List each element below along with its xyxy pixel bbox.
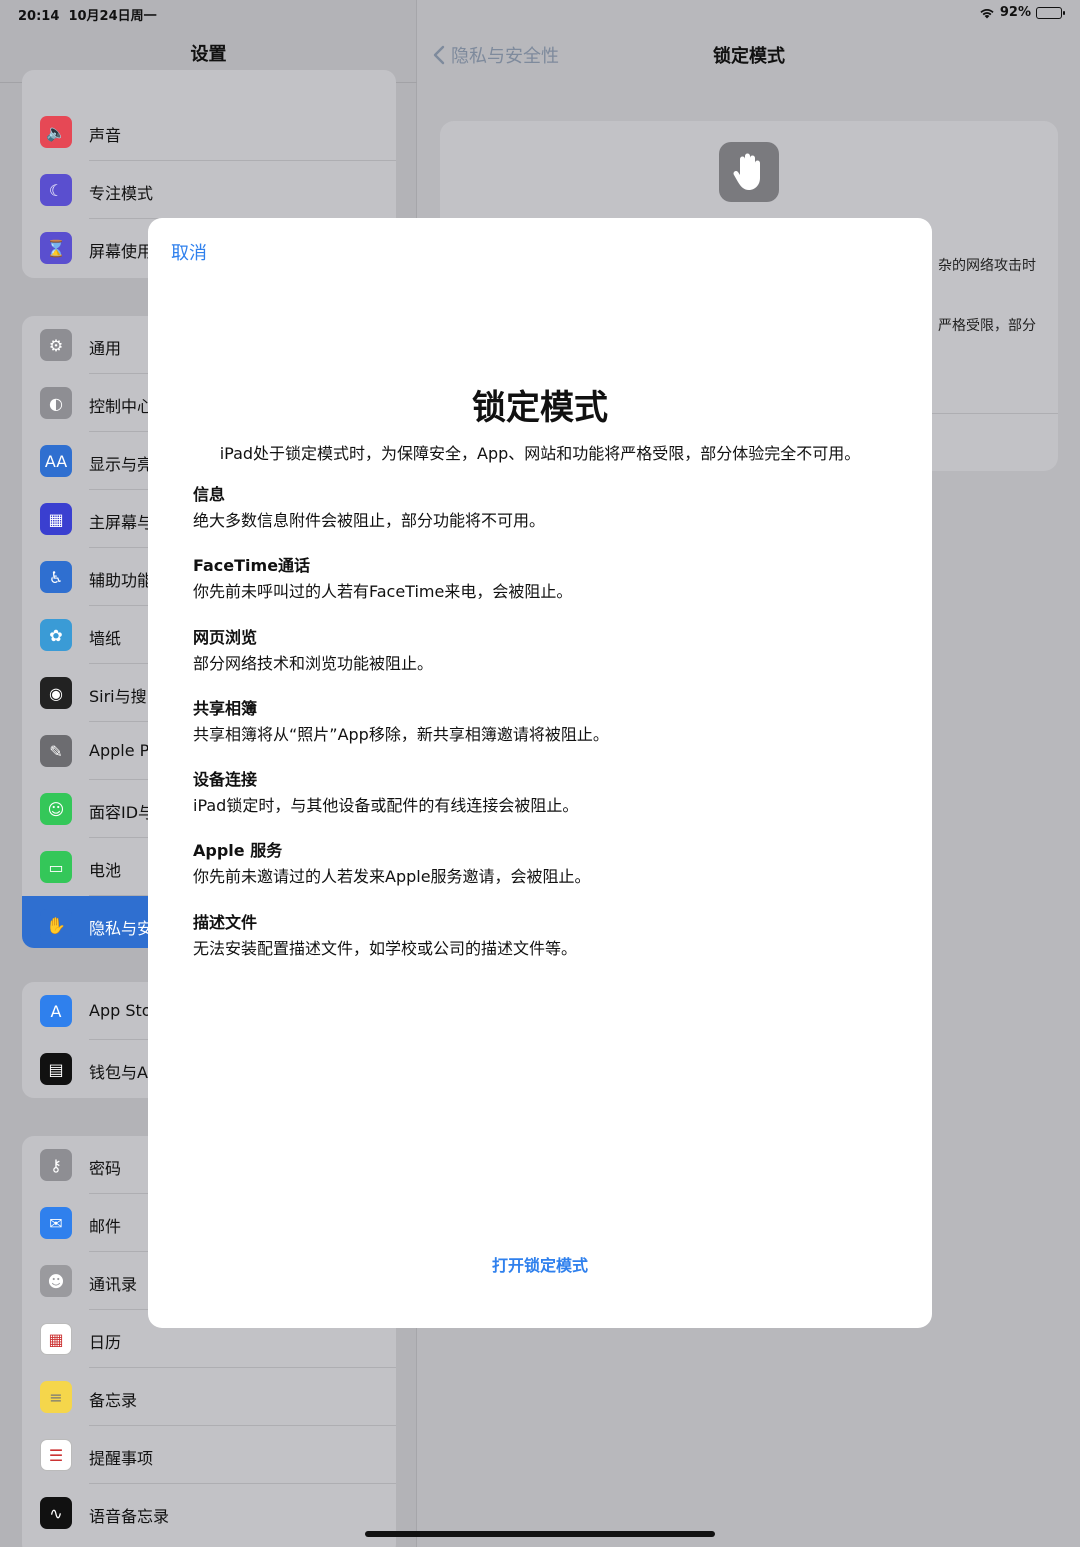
detail-title: 锁定模式 xyxy=(713,46,785,67)
sidebar-item-label: 日历 xyxy=(89,1333,122,1352)
restriction-heading: 设备连接 xyxy=(193,770,258,790)
grid-icon: ▦ xyxy=(40,503,72,535)
battery-percent: 92% xyxy=(999,5,1031,20)
sidebar-item-label: 通讯录 xyxy=(89,1275,138,1294)
sidebar-item-label: 钱包与A xyxy=(89,1063,148,1082)
sidebar-item-label: 隐私与安 xyxy=(89,919,154,938)
sheet-title: 锁定模式 xyxy=(472,388,608,428)
app-store-icon: A xyxy=(40,995,72,1027)
restriction-heading: 信息 xyxy=(193,485,226,504)
restriction-section: 信息绝大多数信息附件会被阻止，部分功能将不可用。 xyxy=(193,482,893,553)
hand-icon xyxy=(719,142,779,202)
battery-icon xyxy=(1036,6,1065,19)
restriction-description: 共享相簿将从“照片”App移除，新共享相簿邀请将被阻止。 xyxy=(193,724,609,744)
battery-icon: ▭ xyxy=(40,851,72,883)
clock-date: 10月24日周一 xyxy=(68,9,157,24)
restriction-section: 网页浏览部分网络技术和浏览功能被阻止。 xyxy=(193,625,893,696)
flower-icon: ✿ xyxy=(40,619,72,651)
hourglass-icon: ⌛ xyxy=(40,232,72,264)
sidebar-item-label: 语音备忘录 xyxy=(89,1507,170,1526)
sidebar-item-label: 提醒事项 xyxy=(89,1449,154,1468)
enable-lockdown-button[interactable]: 打开锁定模式 xyxy=(148,1252,932,1276)
lockdown-mode-sheet: 取消 锁定模式 iPad处于锁定模式时，为保障安全，App、网站和功能将严格受限… xyxy=(148,218,932,1328)
sidebar-item[interactable]: ∿ 语音备忘录 xyxy=(22,1484,396,1542)
siri-icon: ◉ xyxy=(40,677,72,709)
restriction-section: Apple 服务你先前未邀请过的人若发来Apple服务邀请，会被阻止。 xyxy=(193,838,893,909)
home-indicator[interactable] xyxy=(365,1531,715,1537)
restriction-section: 共享相簿共享相簿将从“照片”App移除，新共享相簿邀请将被阻止。 xyxy=(193,696,893,767)
sidebar-item-label: 电池 xyxy=(89,861,122,880)
sidebar-item-label: 备忘录 xyxy=(89,1391,138,1410)
sidebar-item-label: 控制中心 xyxy=(89,397,154,416)
notes-icon: ≡ xyxy=(40,1381,72,1413)
restriction-description: 无法安装配置描述文件，如学校或公司的描述文件等。 xyxy=(193,938,578,958)
wifi-icon xyxy=(980,8,994,18)
restriction-heading: 描述文件 xyxy=(193,912,258,932)
speaker-icon: 🔈 xyxy=(40,116,72,148)
restriction-heading: Apple 服务 xyxy=(193,841,283,861)
face-id-icon: ☺ xyxy=(40,793,72,825)
card-text-fragment: 杂的网络攻击时 xyxy=(938,258,1036,274)
contacts-icon: ☻ xyxy=(40,1265,72,1297)
clock-time: 20:14 xyxy=(18,9,60,24)
sidebar-title: 设置 xyxy=(190,44,227,65)
gear-icon: ⚙ xyxy=(40,329,72,361)
restriction-heading: FaceTime通话 xyxy=(193,556,311,576)
restriction-description: 你先前未邀请过的人若发来Apple服务邀请，会被阻止。 xyxy=(193,867,591,887)
sidebar-item-label: 主屏幕与 xyxy=(89,513,154,532)
sidebar-item-label: 屏幕使用 xyxy=(89,242,154,261)
text-size-icon: AA xyxy=(40,445,72,477)
mail-icon: ✉ xyxy=(40,1207,72,1239)
sidebar-item[interactable]: ☰ 提醒事项 xyxy=(22,1426,396,1484)
cancel-button[interactable]: 取消 xyxy=(171,239,207,265)
sidebar-item-label: 显示与亮 xyxy=(89,455,154,474)
restriction-section: 设备连接 iPad锁定时，与其他设备或配件的有线连接会被阻止。 xyxy=(193,767,893,838)
voice-memo-icon: ∿ xyxy=(40,1497,72,1529)
sheet-intro: iPad处于锁定模式时，为保障安全，App、网站和功能将严格受限，部分体验完全不… xyxy=(219,444,861,463)
sidebar-item-label: 通用 xyxy=(89,339,122,358)
card-text-fragment: 严格受限，部分 xyxy=(938,318,1036,334)
moon-icon: ☾ xyxy=(40,174,72,206)
restriction-description: 部分网络技术和浏览功能被阻止。 xyxy=(193,653,434,673)
ipad-screen: 20:14 10月24日周一 92% 设置 🔈 声音 ☾ 专注模式 ⌛ 屏幕使用 ⚙ 通用 ◐ 控… xyxy=(0,0,1080,1547)
status-time: 20:14 10月24日周一 xyxy=(18,5,157,24)
restriction-description: 绝大多数信息附件会被阻止，部分功能将不可用。 xyxy=(193,511,546,530)
pencil-icon: ✎ xyxy=(40,735,72,767)
sidebar-item-label: Siri与搜 xyxy=(89,687,147,706)
hand-glyph xyxy=(733,153,760,190)
reminders-icon: ☰ xyxy=(40,1439,72,1471)
calendar-icon: ▦ xyxy=(40,1323,72,1355)
sidebar-item[interactable]: 🔈 声音 xyxy=(22,103,396,161)
sidebar-item-label: 声音 xyxy=(89,126,122,145)
accessibility-icon: ♿ xyxy=(40,561,72,593)
sidebar-item-label: App Sto xyxy=(89,1001,152,1020)
restriction-section: FaceTime通话你先前未呼叫过的人若有FaceTime来电，会被阻止。 xyxy=(193,553,893,624)
wallet-icon: ▤ xyxy=(40,1053,72,1085)
sidebar-item[interactable]: ☾ 专注模式 xyxy=(22,161,396,219)
sidebar-item-label: 墙纸 xyxy=(89,629,122,648)
restriction-description: iPad锁定时，与其他设备或配件的有线连接会被阻止。 xyxy=(193,796,579,816)
sidebar-item-label: Apple P xyxy=(89,741,150,760)
sidebar-item-label: 面容ID与 xyxy=(89,803,155,822)
sidebar-item-label: 专注模式 xyxy=(89,184,154,203)
toggles-icon: ◐ xyxy=(40,387,72,419)
status-indicators: 92% xyxy=(979,5,1065,20)
sidebar-item-label: 密码 xyxy=(89,1159,122,1178)
sidebar-item[interactable]: ≡ 备忘录 xyxy=(22,1368,396,1426)
key-icon: ⚷ xyxy=(40,1149,72,1181)
sidebar-item-label: 辅助功能 xyxy=(89,571,154,590)
restriction-description: 你先前未呼叫过的人若有FaceTime来电，会被阻止。 xyxy=(193,582,573,602)
restriction-section: 描述文件无法安装配置描述文件，如学校或公司的描述文件等。 xyxy=(193,910,893,981)
status-bar: 20:14 10月24日周一 92% xyxy=(0,0,1080,28)
restriction-list: 信息 绝大多数信息附件会被阻止，部分功能将不可用。 FaceTime通话 你先前未呼叫… xyxy=(193,482,893,981)
restriction-heading: 网页浏览 xyxy=(193,627,258,647)
hand-icon: ✋ xyxy=(40,909,72,941)
restriction-heading: 共享相簿 xyxy=(193,698,258,718)
sidebar-item-label: 邮件 xyxy=(89,1217,122,1236)
